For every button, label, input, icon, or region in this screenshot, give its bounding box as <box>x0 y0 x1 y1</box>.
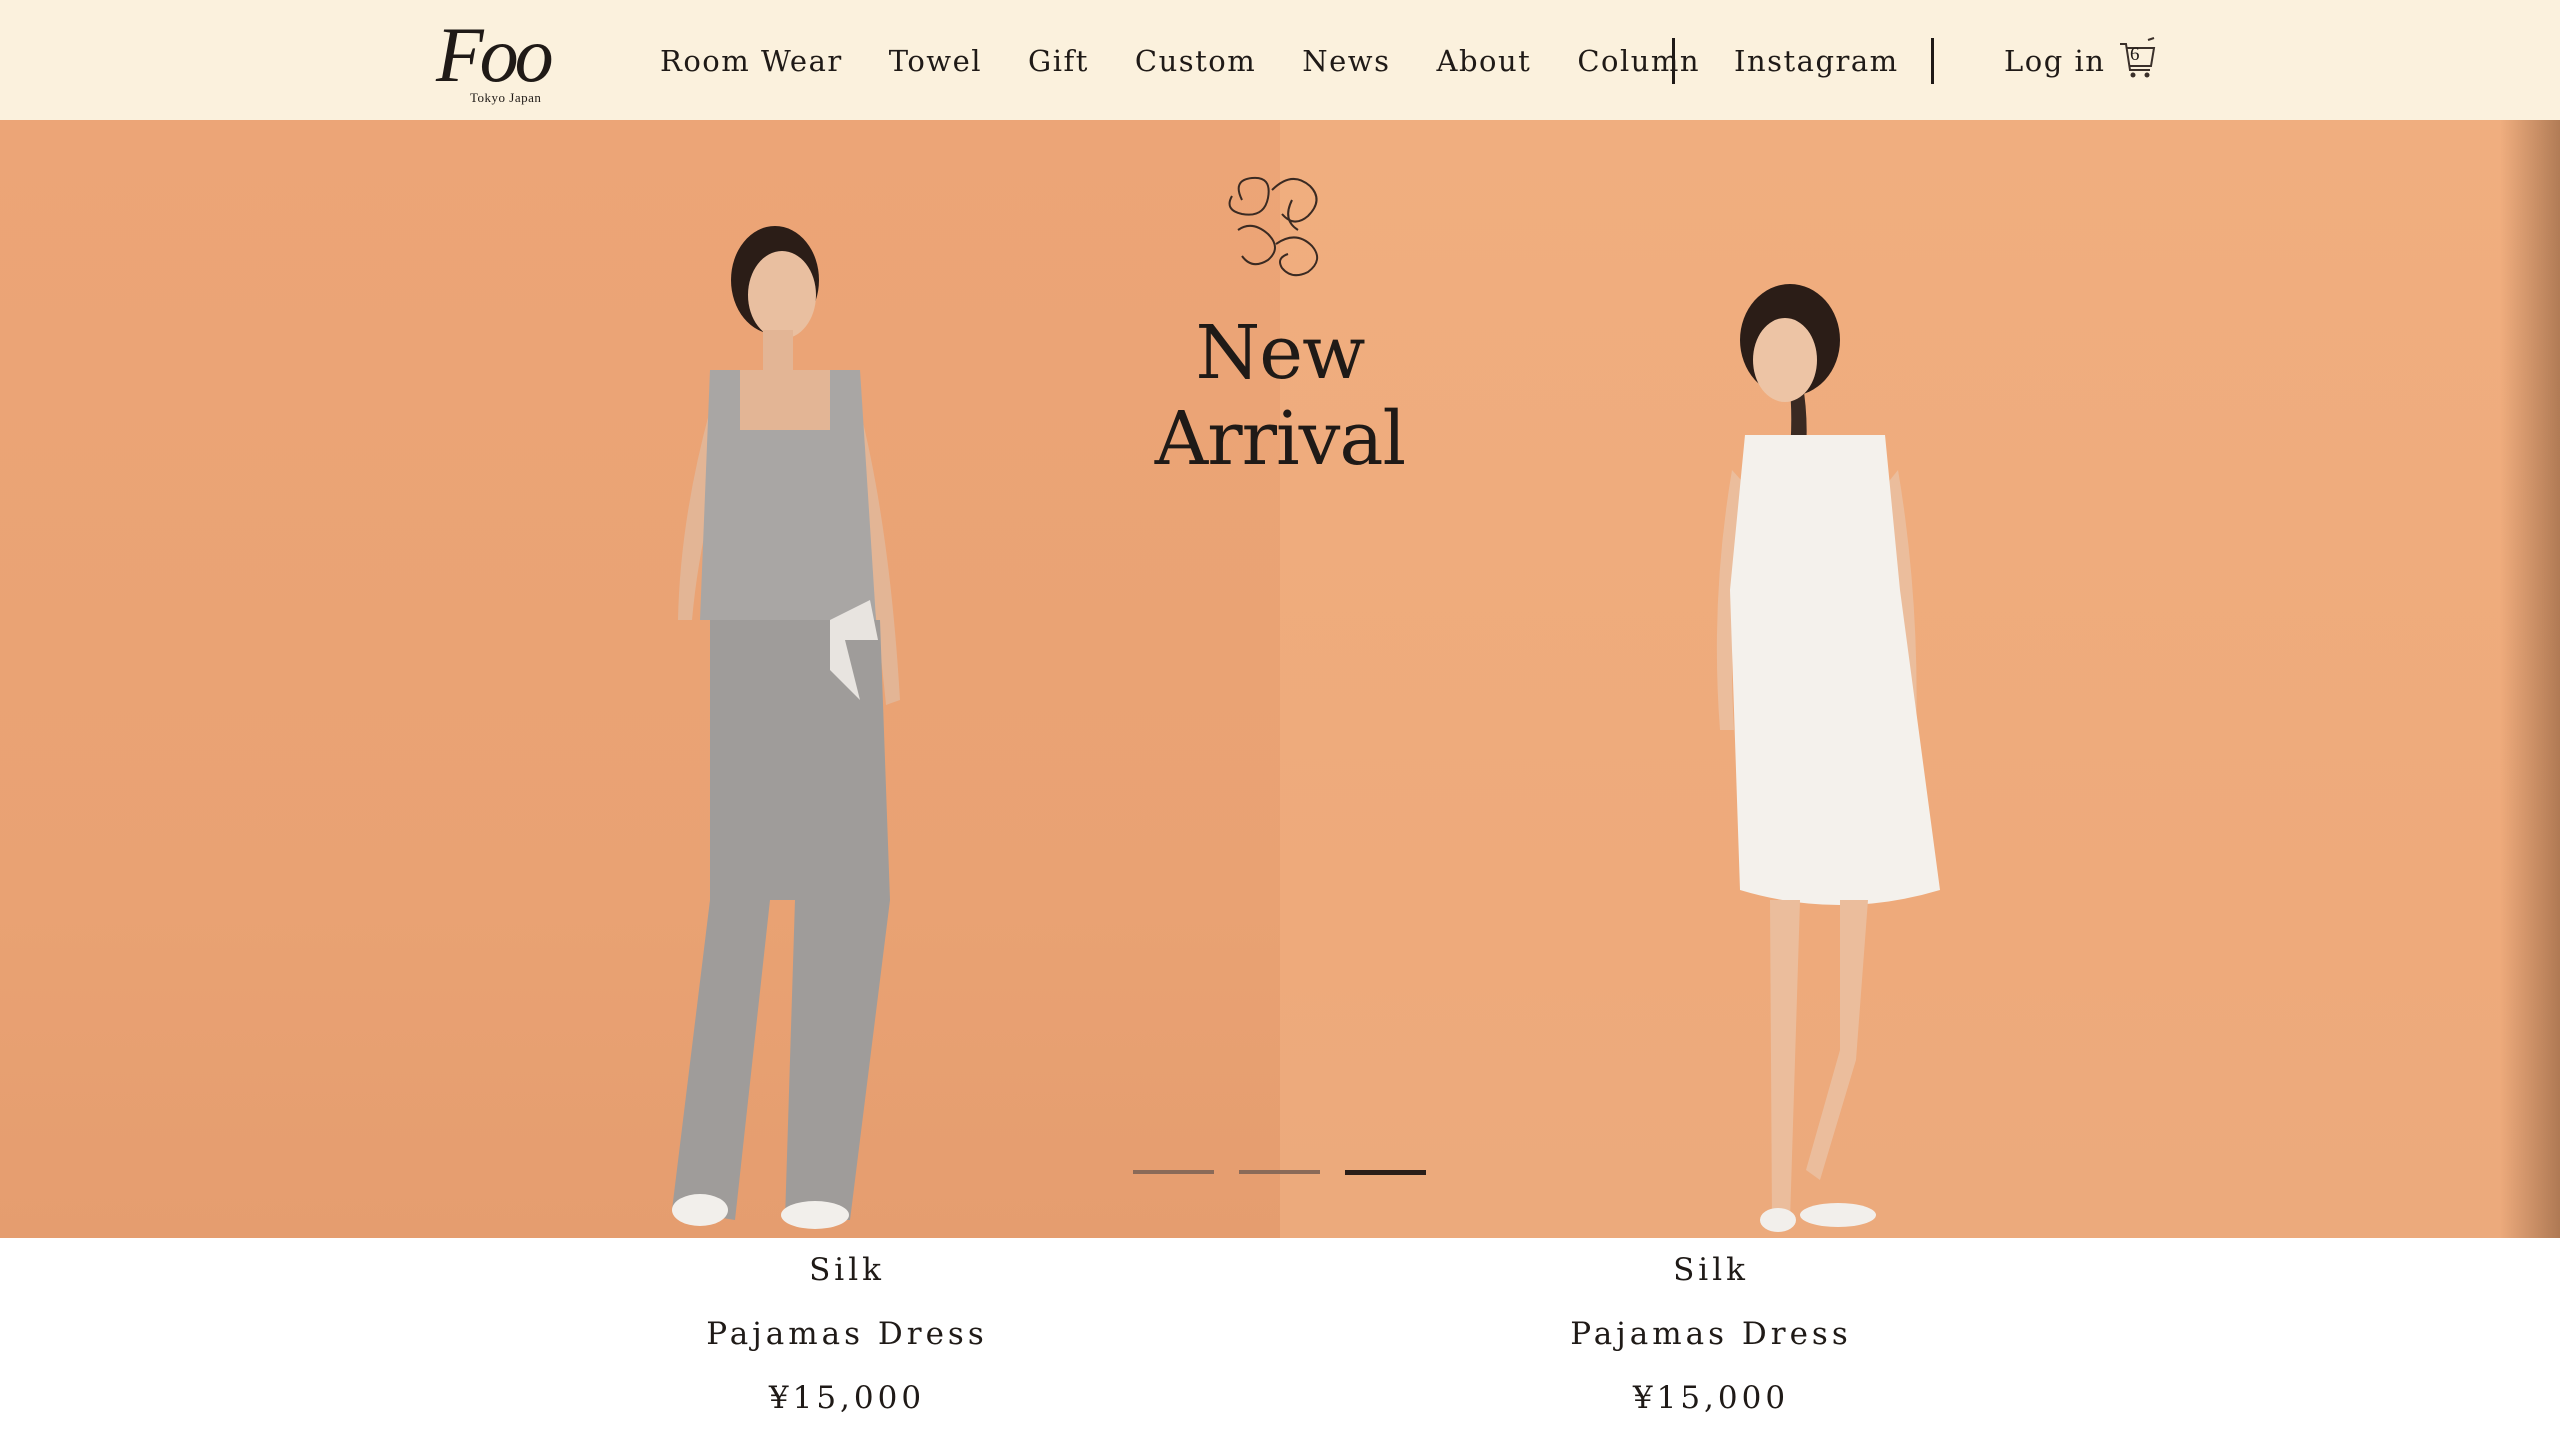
hero-slide-left <box>0 120 1280 1238</box>
product-price: ¥15,000 <box>1632 1380 1790 1416</box>
hero-slide-right <box>1280 120 2560 1238</box>
nav-divider <box>1672 38 1675 84</box>
nav-item-towel[interactable]: Towel <box>889 44 982 78</box>
main-nav: Room Wear Towel Gift Custom News About C… <box>660 38 1746 84</box>
product-price: ¥15,000 <box>768 1380 926 1416</box>
nav-item-news[interactable]: News <box>1302 44 1390 78</box>
nav-divider <box>1931 38 1934 84</box>
carousel-dot-2[interactable] <box>1239 1170 1320 1174</box>
product-name[interactable]: Pajamas Dress <box>1361 1302 2061 1366</box>
logo-subtitle: Tokyo Japan <box>470 90 542 105</box>
model-photo-white-dress <box>1716 284 1940 1232</box>
login-link[interactable]: Log in <box>2004 38 2105 84</box>
model-photo-grey-set <box>672 226 900 1229</box>
hero-edge-shadow <box>2500 120 2560 1238</box>
nav-item-custom[interactable]: Custom <box>1135 44 1256 78</box>
cart-button[interactable]: 6 <box>2118 36 2158 80</box>
carousel-dot-1[interactable] <box>1133 1170 1214 1174</box>
hero-carousel[interactable]: New Arrival <box>0 120 2560 1238</box>
carousel-dot-3-active[interactable] <box>1345 1170 1426 1175</box>
product-material: Silk <box>809 1252 885 1288</box>
product-name[interactable]: Pajamas Dress <box>497 1302 1197 1366</box>
product-material: Silk <box>1673 1252 1749 1288</box>
nav-item-gift[interactable]: Gift <box>1028 44 1089 78</box>
logo-wordmark: Foo <box>436 11 554 98</box>
nav-instagram-link[interactable]: Instagram <box>1734 38 1899 84</box>
cart-count-badge: 6 <box>2130 44 2140 65</box>
nav-item-column[interactable]: Column <box>1577 44 1700 78</box>
flourish-ornament-icon <box>1228 176 1319 277</box>
site-header: Foo Tokyo Japan Room Wear Towel Gift Cus… <box>0 0 2560 120</box>
nav-item-room-wear[interactable]: Room Wear <box>660 44 843 78</box>
product-card-2[interactable]: Silk Pajamas Dress ¥15,000 <box>1361 1238 2061 1430</box>
nav-item-about[interactable]: About <box>1437 44 1532 78</box>
carousel-pagination <box>1133 1170 1426 1175</box>
brand-logo[interactable]: Foo Tokyo Japan <box>436 10 586 110</box>
hero-title: New Arrival <box>1154 310 1406 482</box>
product-card-1[interactable]: Silk Pajamas Dress ¥15,000 <box>497 1238 1197 1430</box>
